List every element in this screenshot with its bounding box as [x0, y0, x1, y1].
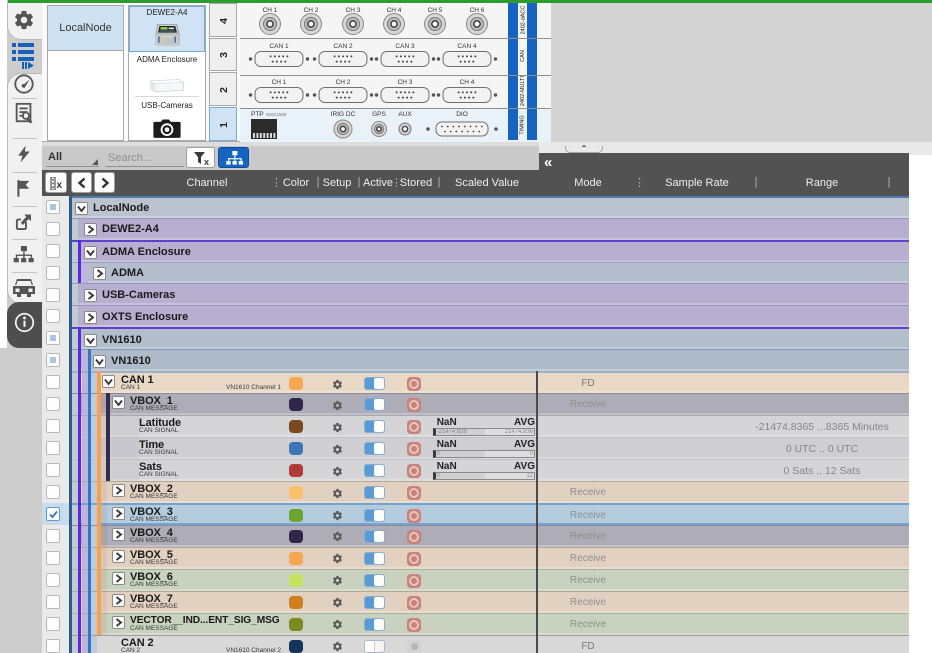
svg-text:CH 2: CH 2 [336, 79, 351, 86]
svg-text:CH 3: CH 3 [346, 7, 361, 14]
svg-text:DIO: DIO [456, 111, 468, 118]
svg-text:GPS: GPS [372, 111, 386, 118]
svg-text:CAN 1: CAN 1 [269, 43, 289, 50]
svg-text:CH 5: CH 5 [428, 7, 443, 14]
svg-text:CH 2: CH 2 [304, 7, 319, 14]
svg-text:PTP: PTP [251, 111, 264, 118]
svg-text:CAN 2: CAN 2 [333, 43, 353, 50]
svg-text:CH 6: CH 6 [470, 7, 485, 14]
svg-text:CH 3: CH 3 [398, 79, 413, 86]
svg-text:AUX: AUX [398, 111, 412, 118]
svg-text:CH 1: CH 1 [272, 79, 287, 86]
svg-text:CH 4: CH 4 [460, 79, 475, 86]
svg-text:CAN 4: CAN 4 [457, 43, 477, 50]
svg-text:IEEE1588: IEEE1588 [266, 112, 287, 117]
svg-text:CH 4: CH 4 [387, 7, 402, 14]
svg-text:CH 1: CH 1 [263, 7, 278, 14]
svg-text:IRIG DC: IRIG DC [331, 111, 356, 118]
svg-text:CAN 3: CAN 3 [395, 43, 415, 50]
svg-text:x: x [204, 157, 209, 166]
svg-text:x: x [57, 180, 63, 190]
